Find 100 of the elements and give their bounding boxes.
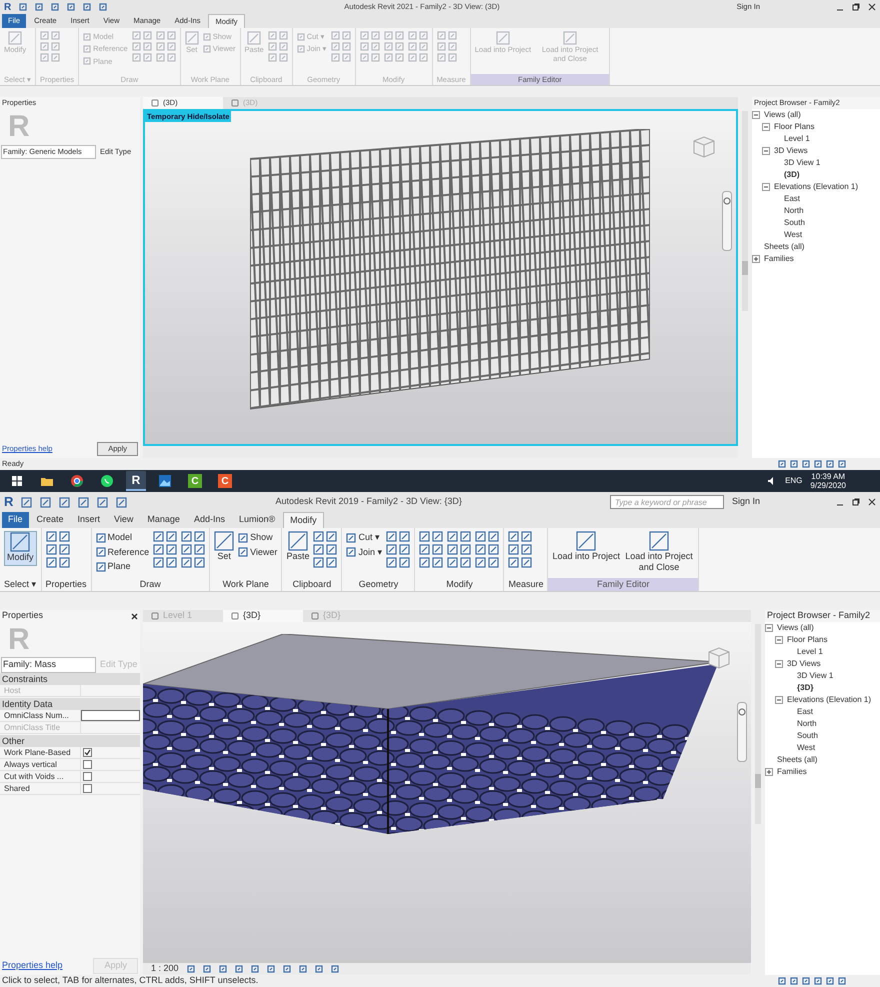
tool-icon[interactable] (488, 531, 500, 542)
tool-icon[interactable] (314, 965, 323, 973)
tool-icon[interactable] (266, 965, 275, 973)
folder-icon[interactable] (40, 475, 54, 487)
collapse-icon[interactable] (762, 123, 770, 131)
tool-icon[interactable] (399, 544, 410, 555)
tool-icon[interactable] (826, 460, 834, 468)
collapse-icon[interactable] (775, 696, 783, 704)
app-logo[interactable]: R (4, 492, 14, 512)
tree-item[interactable]: Sheets (all) (764, 241, 804, 253)
tree-item[interactable]: West (784, 229, 802, 241)
tree-item[interactable]: 3D View 1 (797, 670, 834, 682)
tool-icon[interactable] (166, 531, 178, 542)
tool-icon[interactable] (419, 531, 430, 542)
tool-icon[interactable] (116, 496, 128, 508)
tool-icon[interactable] (346, 547, 356, 558)
ribbon-button[interactable]: Cut ▾ (346, 531, 382, 544)
tool-icon[interactable] (238, 532, 248, 543)
ribbon-tab[interactable]: Add-Ins (188, 512, 231, 528)
tool-icon[interactable] (778, 977, 786, 985)
language-indicator[interactable]: ENG (785, 475, 802, 487)
tool-icon[interactable] (181, 557, 192, 568)
clock-time[interactable]: 10:39 AM (811, 472, 846, 481)
navigation-bar-icon[interactable] (722, 191, 732, 251)
clock-date[interactable]: 9/29/2020 (810, 481, 846, 490)
ribbon-tab[interactable]: Lumion® (232, 512, 282, 528)
tool-icon[interactable] (521, 557, 532, 568)
tool-icon[interactable] (35, 3, 44, 11)
tool-icon[interactable] (58, 544, 70, 555)
ribbon-tab[interactable]: Manage (141, 512, 186, 528)
tool-icon[interactable] (40, 496, 52, 508)
tool-icon[interactable] (460, 531, 472, 542)
tree-item[interactable]: Families (777, 766, 807, 778)
tool-icon[interactable] (460, 544, 472, 555)
close-icon[interactable] (868, 3, 876, 11)
expand-icon[interactable] (765, 768, 773, 776)
tree-item[interactable]: Level 1 (784, 133, 810, 145)
tree-item[interactable]: Views (all) (777, 622, 814, 634)
tool-icon[interactable] (67, 3, 76, 11)
tool-icon[interactable] (58, 531, 70, 542)
tool-icon[interactable] (790, 977, 798, 985)
app-logo[interactable]: R (4, 0, 12, 14)
navigation-bar-icon[interactable] (737, 702, 747, 762)
tool-icon[interactable] (649, 531, 670, 551)
tool-icon[interactable] (153, 531, 164, 542)
tool-icon[interactable] (59, 496, 70, 508)
tool-icon[interactable] (153, 557, 164, 568)
tool-icon[interactable] (181, 544, 192, 555)
tool-icon[interactable] (475, 531, 486, 542)
tool-icon[interactable] (166, 544, 178, 555)
tree-item[interactable]: Sheets (all) (777, 754, 818, 766)
tool-icon[interactable] (460, 557, 472, 568)
tree-item[interactable]: North (784, 205, 804, 217)
tool-icon[interactable] (326, 557, 338, 568)
tree-item[interactable]: Floor Plans (787, 634, 828, 646)
tool-icon[interactable] (802, 977, 810, 985)
tree-item[interactable]: North (797, 718, 817, 730)
ribbon-button[interactable]: Viewer (238, 546, 278, 559)
tool-icon[interactable] (814, 977, 822, 985)
tool-icon[interactable] (826, 977, 834, 985)
checkbox[interactable] (83, 784, 92, 793)
tool-icon[interactable] (250, 965, 259, 973)
tool-icon[interactable] (447, 557, 458, 568)
tool-icon[interactable] (97, 496, 108, 508)
checkbox[interactable] (83, 772, 92, 781)
windows-logo-icon[interactable] (11, 475, 23, 487)
tool-icon[interactable] (330, 965, 339, 973)
tool-icon[interactable] (313, 557, 324, 568)
section-header[interactable]: Identity Data (0, 698, 140, 710)
tool-icon[interactable] (419, 544, 430, 555)
section-header[interactable]: Other (0, 735, 140, 747)
collapse-icon[interactable] (762, 147, 770, 155)
ribbon-button[interactable]: Set (214, 531, 234, 562)
tool-icon[interactable] (838, 977, 846, 985)
tree-item[interactable]: West (797, 742, 816, 754)
tool-icon[interactable] (194, 531, 206, 542)
chat-icon[interactable] (100, 474, 114, 488)
tree-item[interactable]: 3D Views (774, 145, 808, 157)
tool-icon[interactable] (99, 3, 108, 11)
tool-icon[interactable] (58, 557, 70, 568)
tool-icon[interactable] (234, 965, 243, 973)
ribbon-button[interactable]: Reference (96, 546, 150, 559)
tree-item[interactable]: Views (all) (764, 109, 801, 121)
ribbon-tab[interactable]: View (108, 512, 140, 528)
tool-icon[interactable] (778, 460, 786, 468)
tool-icon[interactable] (326, 544, 338, 555)
tree-item[interactable]: Elevations (Elevation 1) (774, 181, 858, 193)
tool-icon[interactable] (10, 532, 30, 552)
tool-icon[interactable] (313, 531, 324, 542)
tool-icon[interactable] (521, 544, 532, 555)
checkbox[interactable] (83, 748, 92, 757)
family-dropdown[interactable]: Family: Mass (1, 657, 96, 673)
tool-icon[interactable] (432, 557, 444, 568)
ribbon-button[interactable]: Load into Project and Close (624, 531, 694, 574)
tool-icon[interactable] (346, 532, 356, 543)
tool-icon[interactable] (326, 531, 338, 542)
tree-item[interactable]: Level 1 (797, 646, 823, 658)
tool-icon[interactable] (282, 965, 291, 973)
tool-icon[interactable] (202, 965, 211, 973)
tool-icon[interactable] (386, 531, 398, 542)
